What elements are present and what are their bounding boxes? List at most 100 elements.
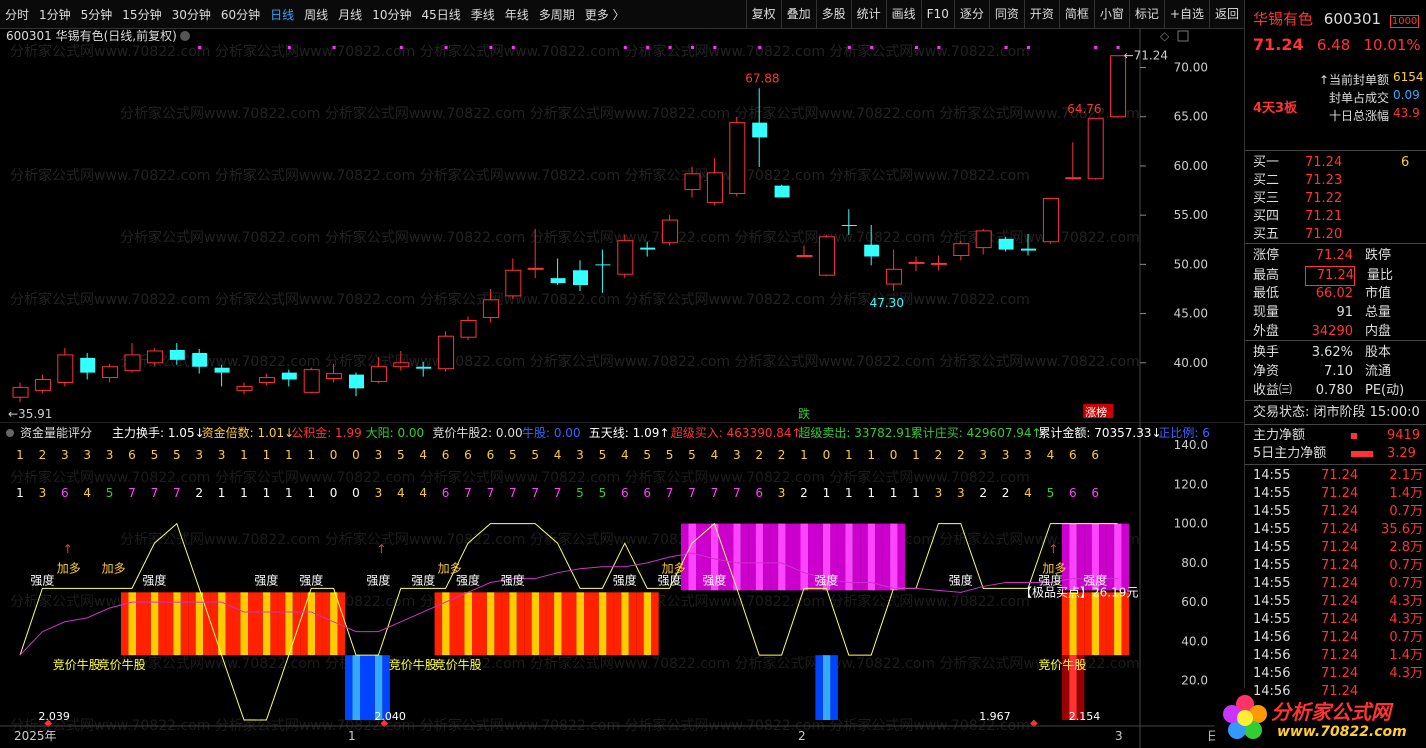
toolbar-button[interactable]: 多股 — [815, 0, 851, 28]
candlestick-chart[interactable]: 70.00 65.00 60.00 55.00 50.00 45.00 40.00 分析家公式… — [0, 28, 1244, 422]
candle[interactable] — [12, 382, 29, 403]
candle[interactable] — [124, 343, 141, 373]
score-digit: 1 — [867, 486, 875, 500]
timeframe-tab[interactable]: 15分钟 — [117, 6, 166, 23]
candle[interactable] — [662, 215, 679, 246]
toolbar-button[interactable]: 逐分 — [953, 0, 989, 28]
candle[interactable] — [975, 228, 992, 255]
score-digit: 1 — [16, 448, 24, 462]
toolbar-button[interactable]: 叠加 — [780, 0, 816, 28]
indicator-menu-icon[interactable] — [6, 429, 14, 437]
candle[interactable] — [706, 158, 723, 206]
candle[interactable] — [886, 249, 903, 291]
candle[interactable] — [505, 258, 522, 299]
candle[interactable] — [729, 116, 746, 197]
dropdown-icon[interactable] — [180, 31, 190, 41]
timeframe-tab[interactable]: 日线 — [265, 6, 299, 23]
low-label: 47.30 — [870, 296, 904, 310]
toolbar-button[interactable]: 复权 — [745, 0, 781, 28]
toolbar-button[interactable]: 返回 — [1208, 0, 1244, 28]
candle[interactable] — [34, 374, 51, 394]
x-axis-label: 2 — [798, 729, 806, 743]
timeframe-tab[interactable]: 周线 — [299, 6, 333, 23]
qiangdu-band — [434, 592, 443, 656]
price-change: 6.48 — [1316, 36, 1351, 54]
candle[interactable] — [146, 348, 163, 366]
toolbar-button[interactable]: 同资 — [988, 0, 1024, 28]
toolbar-button[interactable]: 标记 — [1128, 0, 1164, 28]
candle[interactable] — [236, 382, 253, 395]
stat-value: 7.10 — [1324, 364, 1353, 379]
candle[interactable] — [953, 240, 970, 261]
timeframe-tab[interactable]: 分时 — [0, 6, 34, 23]
candle[interactable] — [595, 249, 611, 293]
tick-time: 14:55 — [1253, 612, 1291, 627]
toolbar-button[interactable]: F10 — [920, 0, 954, 28]
candle[interactable] — [930, 255, 947, 271]
strong-band — [867, 523, 876, 591]
bid-row[interactable]: 买四 71.21 — [1253, 208, 1423, 226]
candle[interactable] — [460, 316, 477, 341]
candle[interactable] — [1110, 55, 1127, 118]
candle[interactable] — [1065, 142, 1082, 180]
candle[interactable] — [774, 184, 790, 198]
candle[interactable] — [80, 352, 96, 380]
timeframe-tab[interactable]: 30分钟 — [167, 6, 216, 23]
timeframe-tab[interactable]: 年线 — [500, 6, 534, 23]
candle[interactable] — [258, 373, 275, 386]
candle[interactable] — [102, 363, 119, 383]
candle[interactable] — [796, 245, 813, 258]
bid-row[interactable]: 买一 71.24 6 — [1253, 154, 1423, 172]
qiangdu-band — [569, 592, 577, 656]
timeframe-tab[interactable]: 多周期 — [534, 6, 580, 23]
tick-volume: 1.4万 — [1389, 648, 1423, 663]
qiangdu-label: 强度 — [254, 572, 278, 587]
toolbar-button[interactable]: +自选 — [1163, 0, 1209, 28]
candle[interactable] — [214, 364, 230, 387]
toolbar-button[interactable]: 统计 — [850, 0, 886, 28]
candle[interactable] — [908, 256, 925, 272]
qiangdu-band — [606, 592, 614, 656]
candle[interactable] — [281, 369, 297, 387]
toolbar-button[interactable]: 小窗 — [1093, 0, 1129, 28]
timeframe-tab[interactable]: 45日线 — [416, 6, 465, 23]
bid-row[interactable]: 买五 71.20 — [1253, 226, 1423, 244]
timeframe-tab[interactable]: 1分钟 — [34, 6, 76, 23]
timeframe-tab[interactable]: 60分钟 — [216, 6, 265, 23]
score-digit: 4 — [1047, 448, 1055, 462]
toolbar-button[interactable]: 开资 — [1023, 0, 1059, 28]
score-digit: 2 — [800, 486, 808, 500]
candle[interactable] — [818, 234, 835, 277]
timeframe-tab[interactable]: 月线 — [333, 6, 367, 23]
candle[interactable] — [57, 348, 74, 387]
candle[interactable] — [550, 258, 566, 286]
score-digit: 1 — [890, 486, 898, 500]
stat-value: 66.02 — [1315, 286, 1353, 301]
timeframe-tab[interactable]: 更多 〉 — [580, 6, 630, 23]
signal-dot — [1094, 46, 1098, 49]
toolbar-button[interactable]: 简框 — [1058, 0, 1094, 28]
diamond-icon[interactable]: ◇ — [1160, 29, 1170, 43]
legend-item: 正比例: 6 — [1158, 426, 1210, 440]
timeframe-tab[interactable]: 5分钟 — [76, 6, 118, 23]
toolbar-button[interactable]: 画线 — [885, 0, 921, 28]
candle[interactable] — [573, 260, 588, 291]
candle[interactable] — [998, 236, 1014, 252]
candle[interactable] — [1042, 197, 1059, 244]
score-digit: 2 — [979, 486, 987, 500]
candle[interactable] — [349, 372, 364, 397]
window-icon[interactable] — [1177, 30, 1189, 42]
cyan-band — [360, 655, 368, 720]
timeframe-tab[interactable]: 10分钟 — [367, 6, 416, 23]
candle[interactable] — [303, 367, 320, 394]
stat-label: 量比 — [1367, 268, 1394, 283]
candle[interactable] — [1087, 118, 1104, 180]
candle[interactable] — [752, 88, 768, 167]
candle[interactable] — [438, 331, 455, 372]
candle[interactable] — [617, 234, 634, 279]
score-digit: 5 — [1047, 486, 1055, 500]
timeframe-tab[interactable]: 季线 — [466, 6, 500, 23]
bid-row[interactable]: 买二 71.23 — [1253, 172, 1423, 190]
indicator-chart[interactable]: 140.0 120.0 100.0 80.0 60.0 40.0 20.0 分析家公式网www… — [0, 422, 1244, 748]
bid-row[interactable]: 买三 71.22 — [1253, 190, 1423, 208]
